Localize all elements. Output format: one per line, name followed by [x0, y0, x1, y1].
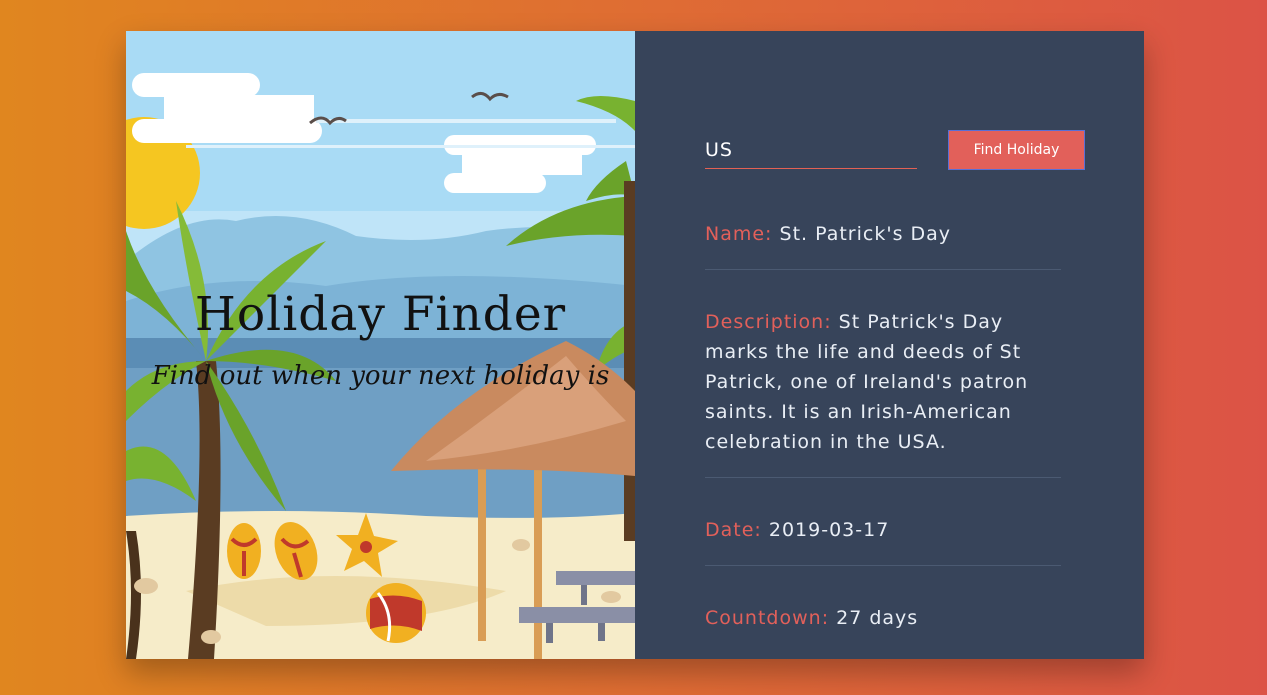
beach-illustration	[126, 31, 635, 659]
countdown-label: Countdown:	[705, 607, 830, 629]
holiday-card: Holiday Finder Find out when your next h…	[126, 31, 1144, 659]
name-value: St. Patrick's Day	[779, 223, 952, 245]
divider	[705, 269, 1061, 270]
name-label: Name:	[705, 223, 773, 245]
date-value: 2019-03-17	[768, 519, 890, 541]
holiday-countdown-row: Countdown: 27 days	[705, 603, 1061, 633]
find-holiday-button[interactable]: Find Holiday	[948, 130, 1085, 170]
description-label: Description:	[705, 311, 832, 333]
holiday-name-row: Name: St. Patrick's Day	[705, 219, 1061, 249]
results-panel: Find Holiday Name: St. Patrick's Day Des…	[635, 31, 1144, 659]
page-subtitle: Find out when your next holiday is	[151, 361, 610, 391]
date-label: Date:	[705, 519, 762, 541]
divider	[705, 565, 1061, 566]
holiday-date-row: Date: 2019-03-17	[705, 515, 1061, 545]
page-title: Holiday Finder	[194, 287, 567, 342]
countdown-value: 27 days	[836, 607, 919, 629]
holiday-description-row: Description: St Patrick's Day marks the …	[705, 307, 1061, 457]
divider	[705, 477, 1061, 478]
country-input[interactable]	[705, 131, 917, 169]
beach-illustration-panel: Holiday Finder Find out when your next h…	[126, 31, 635, 659]
